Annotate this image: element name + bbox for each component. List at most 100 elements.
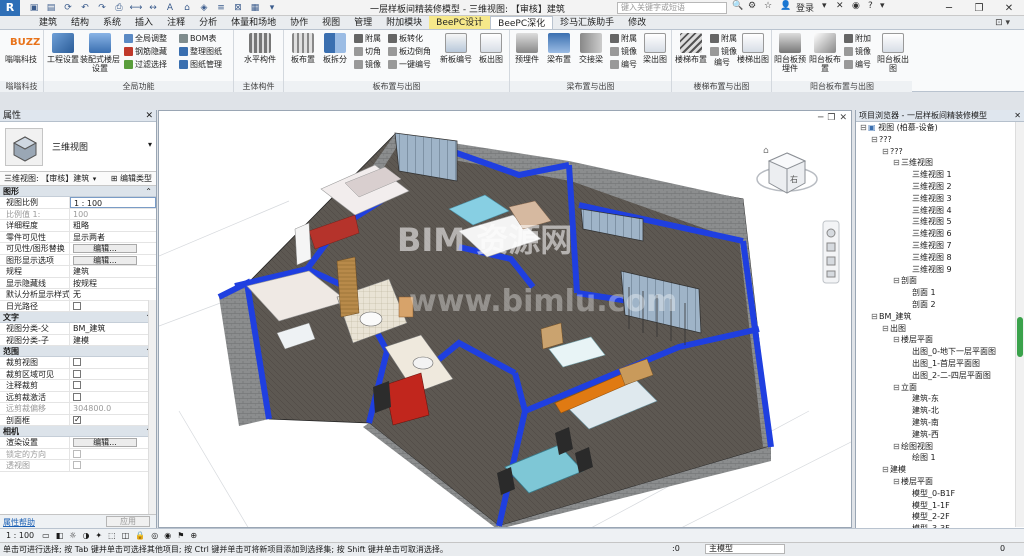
sheet-manage-button[interactable]: 图纸管理 [179, 59, 222, 70]
beam-drawing-button[interactable]: 梁出图 [638, 33, 672, 64]
property-value[interactable]: BM_建筑 [70, 323, 156, 334]
search-icon[interactable]: 🔍 [732, 1, 743, 11]
browser-node[interactable]: 建筑-北 [856, 405, 1024, 417]
instance-selector[interactable]: 三维视图: 【审核】建筑 [4, 174, 89, 183]
viewcube[interactable]: 右 ⌂ [756, 146, 818, 194]
properties-scrollbar[interactable] [148, 300, 156, 520]
browser-node[interactable]: 模型_1-1F [856, 500, 1024, 512]
selection-filter-count[interactable]: 0 [1000, 544, 1005, 553]
instance-dropdown-icon[interactable]: ▾ [93, 175, 97, 183]
steering-wheel-icon[interactable] [826, 228, 836, 238]
tab-1[interactable]: 结构 [64, 16, 96, 29]
tab-0[interactable]: 建筑 [32, 16, 64, 29]
slab-split-button[interactable]: 板拆分 [318, 33, 352, 64]
tab-6[interactable]: 体量和场地 [224, 16, 283, 29]
browser-node[interactable]: 剖面 2 [856, 299, 1024, 311]
global-adjust-button[interactable]: 全局调整 [124, 33, 167, 44]
model-selector[interactable]: 主模型 [705, 544, 785, 554]
beam-mirror-button[interactable]: 镜像 [610, 46, 637, 57]
browser-node[interactable]: ⊟楼层平面 [856, 476, 1024, 488]
property-edit-button[interactable]: 编辑... [73, 244, 137, 253]
browser-node[interactable]: ⊟绘图视图 [856, 441, 1024, 453]
stair-mirror-button[interactable]: 镜像 [710, 46, 737, 57]
property-value[interactable]: 显示两者 [70, 232, 156, 243]
balcony-drawing-button[interactable]: 阳台板出图 [876, 33, 910, 73]
properties-help-link[interactable]: 属性帮助 [3, 517, 35, 528]
property-value[interactable]: 建筑 [70, 266, 156, 277]
property-group-header[interactable]: 文字⌃ [0, 312, 156, 323]
property-value[interactable]: 无 [70, 289, 156, 300]
login-dropdown-icon[interactable]: ▾ [822, 1, 827, 11]
browser-node[interactable]: 三维视图 2 [856, 181, 1024, 193]
expand-toggle-icon[interactable]: ⊟ [893, 275, 901, 287]
browser-node[interactable]: 三维视图 4 [856, 205, 1024, 217]
sync-icon[interactable]: ⟳ [61, 1, 75, 15]
tab-2[interactable]: 系统 [96, 16, 128, 29]
browser-node[interactable]: 剖面 1 [856, 287, 1024, 299]
temp-hide-icon[interactable]: ◎ [151, 531, 158, 540]
save-icon[interactable]: ▤ [44, 1, 58, 15]
browser-node[interactable]: ⊟三维视图 [856, 157, 1024, 169]
browser-node[interactable]: 建筑-西 [856, 429, 1024, 441]
browser-node[interactable]: ⊟楼层平面 [856, 334, 1024, 346]
apply-button[interactable]: 应用 [106, 516, 150, 527]
cross-beam-button[interactable]: 交接梁 [574, 33, 608, 64]
balcony-layout-button[interactable]: 阳台板布置 [808, 33, 842, 73]
expand-toggle-icon[interactable]: ⊟ [871, 134, 879, 146]
expand-toggle-icon[interactable]: ⊟ [882, 323, 890, 335]
stair-drawing-button[interactable]: 楼梯出图 [736, 33, 770, 64]
property-checkbox[interactable] [73, 369, 81, 378]
slab-chamfer-button[interactable]: 切角 [354, 46, 381, 57]
rebar-hide-button[interactable]: 钢筋隐藏 [124, 46, 167, 57]
expand-toggle-icon[interactable]: ⊟ [893, 157, 901, 169]
browser-node[interactable]: 绘图 1 [856, 452, 1024, 464]
view-minimize-icon[interactable]: ─ [818, 113, 823, 123]
stair-number-button[interactable]: 编号 [710, 58, 734, 67]
embedded-part-button[interactable]: 预埋件 [510, 33, 544, 64]
expand-toggle-icon[interactable]: ⊟ [860, 122, 868, 134]
expand-toggle-icon[interactable]: ⊟ [871, 311, 879, 323]
property-group-header[interactable]: 范围⌃ [0, 346, 156, 357]
tab-9[interactable]: 管理 [347, 16, 379, 29]
search-input[interactable]: 键入关键字或短语 [617, 2, 727, 14]
browser-node[interactable]: 三维视图 1 [856, 169, 1024, 181]
tab-5[interactable]: 分析 [192, 16, 224, 29]
expand-toggle-icon[interactable]: ⊟ [893, 382, 901, 394]
properties-close-icon[interactable]: ✕ [145, 110, 153, 122]
browser-node[interactable]: 三维视图 9 [856, 264, 1024, 276]
property-checkbox[interactable] [73, 381, 81, 389]
view-3d-icon[interactable]: ⌂ [180, 1, 194, 15]
browser-scrollbar[interactable] [1015, 122, 1024, 527]
slab-mirror-button[interactable]: 镜像 [354, 59, 381, 70]
stair-layout-button[interactable]: 楼梯布置 [674, 33, 708, 64]
viewcube-home-icon[interactable]: ⌂ [763, 146, 769, 156]
autodesk-app-icon[interactable]: ◉ [852, 1, 860, 11]
minimize-button[interactable]: ─ [934, 0, 964, 16]
browser-node[interactable]: ⊟出图 [856, 323, 1024, 335]
tab-8[interactable]: 视图 [315, 16, 347, 29]
app-menu-button[interactable]: R [0, 0, 20, 16]
view-scale[interactable]: 1 : 100 [6, 531, 34, 540]
slab-drawing-button[interactable]: 板出图 [474, 33, 508, 64]
balcony-embed-button[interactable]: 阳台板预埋件 [772, 33, 808, 73]
browser-node[interactable]: 出图_2-二-四层平面图 [856, 370, 1024, 382]
help-button[interactable]: ? [868, 1, 873, 11]
property-value[interactable]: 按规程 [70, 278, 156, 289]
tab-7[interactable]: 协作 [283, 16, 315, 29]
print-icon[interactable]: ⎙ [112, 1, 126, 15]
view-close-icon[interactable]: ✕ [839, 113, 847, 123]
help-dropdown-icon[interactable]: ▾ [880, 1, 885, 11]
sun-path-icon[interactable]: ☼ [69, 531, 76, 540]
slab-auto-number-button[interactable]: 一键编号 [388, 59, 431, 70]
section-icon[interactable]: ◈ [197, 1, 211, 15]
floor-settings-button[interactable]: 装配式楼层设置 [80, 33, 120, 73]
property-value[interactable]: 粗略 [70, 220, 156, 231]
filter-select-button[interactable]: 过滤选择 [124, 59, 167, 70]
3d-viewport[interactable]: BIM 资源网 www.bimlu.com 右 ⌂ ─ ❐ ✕ [158, 110, 852, 528]
browser-node[interactable]: 三维视图 7 [856, 240, 1024, 252]
property-checkbox[interactable] [73, 392, 81, 401]
buzz-button[interactable]: BUZZ 嗡嗡科技 [4, 33, 40, 64]
lock-view-icon[interactable]: 🔒 [135, 531, 145, 540]
close-button[interactable]: ✕ [994, 0, 1024, 16]
browser-node[interactable]: ⊟??? [856, 134, 1024, 146]
